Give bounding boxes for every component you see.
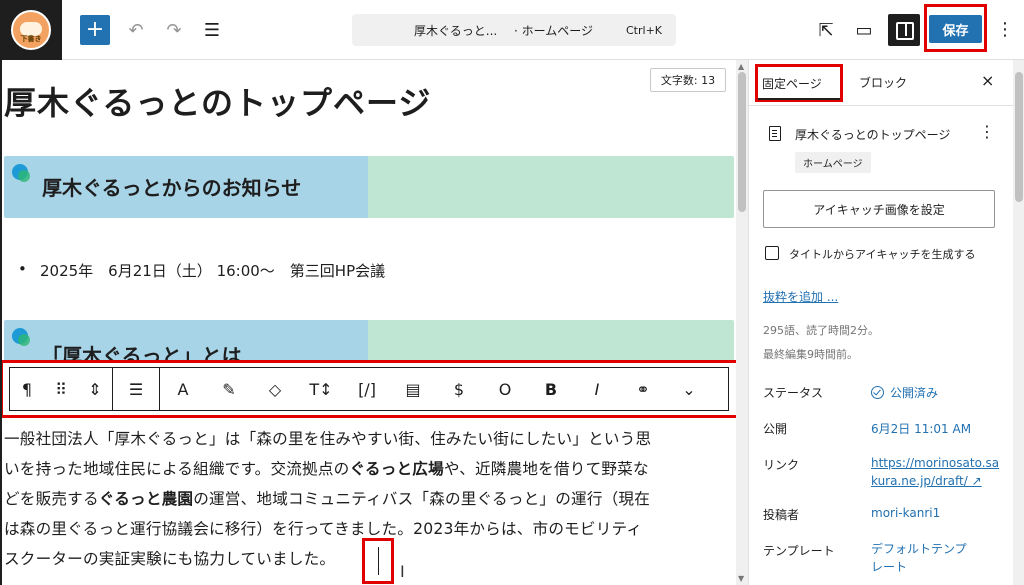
status-label: ステータス: [763, 386, 824, 400]
tab-block[interactable]: ブロック: [859, 74, 907, 91]
bubble-icon-accent: [18, 334, 30, 346]
set-featured-image-button[interactable]: アイキャッチ画像を設定: [763, 190, 995, 228]
sidebar-scroll-thumb[interactable]: [1015, 72, 1023, 202]
auto-featured-label: タイトルからアイキャッチを生成する: [789, 248, 976, 261]
template-label: テンプレート: [763, 544, 835, 558]
publish-label: 公開: [763, 422, 788, 436]
close-icon[interactable]: ×: [981, 71, 994, 90]
publish-date-value[interactable]: 6月2日 11:01 AM: [871, 420, 971, 437]
tag-icon[interactable]: ◇: [252, 367, 298, 411]
text-span: や、近隣農地を借りて野菜な: [443, 460, 649, 478]
text-size-icon[interactable]: T↕: [298, 367, 344, 411]
link-icon[interactable]: ⚭: [620, 367, 666, 411]
editor-frame-edge: [0, 60, 2, 585]
paragraph-line: いを持った地域住民による組織です。交流拠点のぐるっと広場や、近隣農地を借りて野菜…: [4, 454, 736, 484]
font-icon[interactable]: A: [160, 367, 206, 411]
page-title[interactable]: 厚木ぐるっとのトップページ: [4, 78, 431, 124]
page-icon: [769, 126, 781, 141]
circle-icon[interactable]: O: [482, 367, 528, 411]
template-value[interactable]: デフォルトテンプ レート: [871, 540, 967, 576]
site-logo-icon: 下書き: [11, 10, 51, 50]
homepage-badge: ホームページ: [795, 152, 871, 173]
tab-page[interactable]: 固定ページ: [762, 75, 822, 92]
published-check-icon: [871, 386, 884, 399]
template-line: デフォルトテンプ: [871, 542, 967, 556]
author-label: 投稿者: [763, 508, 800, 522]
document-bar[interactable]: 厚木ぐるっと... · ホームページ Ctrl+K: [352, 14, 676, 46]
list-view-icon[interactable]: ☰: [200, 18, 224, 42]
tab-page-highlight: 固定ページ: [755, 64, 843, 102]
align-icon[interactable]: ☰: [113, 367, 159, 411]
chevron-down-icon[interactable]: ⌄: [666, 367, 712, 411]
word-count-badge: 文字数: 13: [650, 68, 726, 92]
save-button[interactable]: 保存: [929, 15, 982, 43]
document-type: · ホームページ: [514, 23, 594, 38]
last-edited: 最終編集9時間前。: [763, 348, 858, 361]
italic-icon[interactable]: I: [574, 367, 620, 411]
sidebar-tabs: 固定ページ ブロック ×: [749, 60, 1013, 106]
page-options-icon[interactable]: ⋮: [979, 122, 995, 141]
author-value[interactable]: mori-kanri1: [871, 506, 940, 520]
text-span: いを持った地域住民による組織です。交流拠点の: [4, 460, 350, 478]
save-highlight: 保存: [924, 4, 987, 52]
paragraph-line: 一般社団法人「厚木ぐるっと」は「森の里を住みやすい街、住みたい街にしたい」という…: [4, 430, 652, 448]
active-tab-indicator: [758, 98, 840, 100]
editor-scroll-thumb[interactable]: [738, 72, 746, 212]
heading-text: 厚木ぐるっとからのお知らせ: [42, 176, 302, 200]
undo-icon[interactable]: ↶: [124, 18, 148, 42]
status-text: 公開済み: [890, 386, 939, 400]
command-shortcut: Ctrl+K: [626, 23, 663, 37]
list-item[interactable]: 2025年 6月21日（土） 16:00～ 第三回HP会議: [18, 260, 386, 281]
site-logo-button[interactable]: 下書き: [0, 0, 62, 60]
permalink-line: https://morinosato.sa: [871, 456, 1000, 470]
paragraph-icon[interactable]: ¶: [10, 367, 44, 411]
bubble-icon-accent: [18, 170, 30, 182]
paragraph-line: どを販売するぐるっと農園の運営、地域コミュニティバス「森の里ぐるっと」の運行（現…: [4, 484, 736, 514]
text-span: の運営、地域コミュニティバス「森の里ぐるっと」の運行（現在: [193, 490, 650, 508]
word-read-time: 295語、読了時間2分。: [763, 324, 879, 337]
ibeam-cursor-icon: I: [400, 562, 405, 581]
document-icon[interactable]: ▤: [390, 367, 436, 411]
settings-sidebar-toggle-icon[interactable]: [888, 14, 920, 46]
permalink-line: kura.ne.jp/draft/ ↗: [871, 474, 982, 488]
text-cursor-highlight: [362, 538, 394, 584]
move-up-down-icon[interactable]: ⇕: [78, 367, 112, 411]
add-excerpt-link[interactable]: 抜粋を追加 ...: [763, 288, 838, 305]
heading-block-news[interactable]: 厚木ぐるっとからのお知らせ: [4, 156, 734, 218]
add-block-button[interactable]: +: [80, 15, 110, 45]
redo-icon[interactable]: ↷: [162, 18, 186, 42]
status-value[interactable]: 公開済み: [871, 384, 938, 401]
permalink-value[interactable]: https://morinosato.sa kura.ne.jp/draft/ …: [871, 454, 999, 490]
settings-sidebar: 固定ページ ブロック × 厚木ぐるっとのトップページ ⋮ ホームページ アイキャ…: [748, 60, 1024, 585]
text-span: どを販売する: [4, 490, 99, 508]
editor-canvas: 文字数: 13 厚木ぐるっとのトップページ 厚木ぐるっとからのお知らせ 2025…: [0, 60, 748, 585]
text-cursor: [378, 547, 379, 575]
template-line: レート: [871, 560, 908, 574]
block-toolbar-highlight: ¶ ⠿ ⇕ ☰ A ✎ ◇ T↕ [/] ▤ $ O B I ⚭ ⌄: [0, 360, 740, 418]
block-toolbar: ¶ ⠿ ⇕ ☰ A ✎ ◇ T↕ [/] ▤ $ O B I ⚭ ⌄: [9, 367, 729, 411]
bold-icon[interactable]: B: [528, 367, 574, 411]
highlight-pen-icon[interactable]: ✎: [206, 367, 252, 411]
shortcode-icon[interactable]: [/]: [344, 367, 390, 411]
bold-text: ぐるっと広場: [349, 460, 444, 478]
external-link-icon[interactable]: ⇱: [814, 18, 838, 42]
preview-device-icon[interactable]: ▭: [852, 18, 876, 42]
list-item-text: 2025年 6月21日（土） 16:00～ 第三回HP会議: [40, 262, 386, 280]
editor-top-bar: 下書き + ↶ ↷ ☰ 厚木ぐるっと... · ホームページ Ctrl+K ⇱ …: [0, 0, 1024, 60]
document-title: 厚木ぐるっと...: [414, 23, 498, 38]
dollar-icon[interactable]: $: [436, 367, 482, 411]
editor-scrollbar[interactable]: ▲ ▼: [736, 60, 748, 585]
auto-featured-checkbox[interactable]: [765, 246, 779, 260]
sidebar-document-title: 厚木ぐるっとのトップページ: [795, 128, 951, 142]
link-label: リンク: [763, 458, 800, 472]
scroll-up-icon[interactable]: ▲: [738, 62, 744, 71]
drag-handle-icon[interactable]: ⠿: [44, 367, 78, 411]
options-menu-icon[interactable]: ⋮: [996, 18, 1014, 42]
scroll-down-icon[interactable]: ▼: [738, 574, 744, 583]
sidebar-scrollbar[interactable]: [1013, 60, 1024, 585]
bold-text: ぐるっと農園: [98, 490, 194, 508]
